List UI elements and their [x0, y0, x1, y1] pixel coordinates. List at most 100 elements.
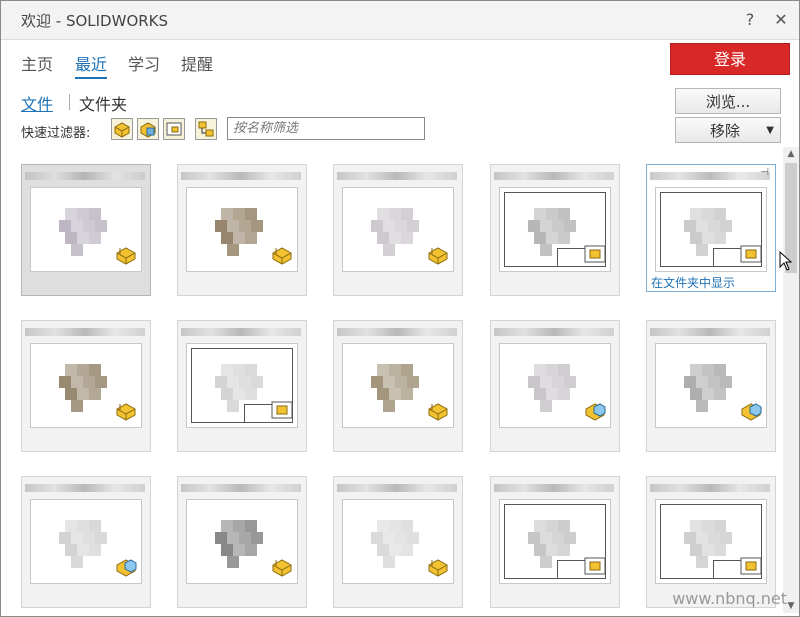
- top-level-assembly-filter-icon[interactable]: [195, 118, 217, 140]
- file-thumbnail: [186, 343, 298, 428]
- drawing-type-icon: [740, 555, 762, 577]
- thumbnail-pixel: [534, 232, 546, 244]
- name-filter-input[interactable]: [227, 117, 425, 140]
- scroll-up-icon[interactable]: ▲: [783, 147, 799, 161]
- thumbnail-pixel: [534, 544, 546, 556]
- remove-button[interactable]: 移除 ▼: [675, 117, 781, 143]
- thumbnail-pixel: [377, 388, 389, 400]
- part-type-icon: [427, 555, 449, 577]
- tab-recent[interactable]: 最近: [75, 51, 107, 75]
- file-name-label: [494, 328, 614, 336]
- file-card[interactable]: [177, 320, 307, 452]
- file-card[interactable]: [490, 476, 620, 608]
- thumbnail-pixel: [708, 532, 720, 544]
- subtab-folders[interactable]: 文件夹: [79, 91, 127, 115]
- welcome-window: 欢迎 - SOLIDWORKS ? ✕ 主页 最近 学习 提醒 登录 文件 文件…: [0, 0, 800, 617]
- pin-icon[interactable]: ⊣: [760, 167, 769, 178]
- thumbnail-pixel: [546, 520, 558, 532]
- part-type-icon: [427, 399, 449, 421]
- part-filter-icon[interactable]: [111, 118, 133, 140]
- thumbnail-pixel: [77, 520, 89, 532]
- assembly-filter-icon[interactable]: [137, 118, 159, 140]
- thumbnail-pixel: [389, 544, 401, 556]
- thumbnail-pixel: [552, 532, 564, 544]
- part-type-icon: [427, 243, 449, 265]
- login-button[interactable]: 登录: [670, 43, 790, 75]
- thumbnail-pixel: [714, 232, 726, 244]
- thumbnail-pixel: [696, 556, 708, 568]
- thumbnail-pixel: [407, 532, 419, 544]
- thumbnail-pixel: [407, 220, 419, 232]
- file-thumbnail: [30, 343, 142, 428]
- thumbnail-pixel: [71, 532, 83, 544]
- thumbnail-pixel: [540, 376, 552, 388]
- file-card[interactable]: [333, 164, 463, 296]
- file-card[interactable]: [21, 476, 151, 608]
- file-name-label: [181, 172, 301, 180]
- thumbnail-pixel: [534, 388, 546, 400]
- thumbnail-pixel: [89, 364, 101, 376]
- file-card[interactable]: [646, 320, 776, 452]
- file-card[interactable]: [21, 320, 151, 452]
- file-thumbnail: [30, 499, 142, 584]
- thumbnail-pixel: [83, 220, 95, 232]
- browse-button[interactable]: 浏览...: [675, 88, 781, 114]
- thumbnail-pixel: [89, 544, 101, 556]
- file-card[interactable]: [490, 164, 620, 296]
- thumbnail-pixel: [71, 400, 83, 412]
- thumbnail-pixel: [395, 220, 407, 232]
- thumbnail-pixel: [720, 376, 732, 388]
- file-card[interactable]: [333, 476, 463, 608]
- file-name-label: [181, 328, 301, 336]
- thumbnail-pixel: [89, 388, 101, 400]
- thumbnail-pixel: [245, 520, 257, 532]
- tab-alerts[interactable]: 提醒: [181, 51, 213, 75]
- thumbnail-pixel: [714, 388, 726, 400]
- thumbnail-pixel: [684, 220, 696, 232]
- file-thumbnail: [342, 187, 454, 272]
- thumbnail-pixel: [564, 220, 576, 232]
- thumbnail-pixel: [690, 232, 702, 244]
- tab-learn[interactable]: 学习: [128, 51, 160, 75]
- mouse-cursor-icon: [779, 251, 793, 271]
- thumbnail-pixel: [401, 208, 413, 220]
- thumbnail-pixel: [65, 232, 77, 244]
- file-card[interactable]: [21, 164, 151, 296]
- file-card[interactable]: 在文件夹中显示 ⊣: [646, 164, 776, 292]
- thumbnail-pixel: [77, 364, 89, 376]
- thumbnail-pixel: [696, 376, 708, 388]
- thumbnail-pixel: [59, 220, 71, 232]
- thumbnail-pixel: [59, 532, 71, 544]
- thumbnail-pixel: [528, 532, 540, 544]
- thumbnail-pixel: [540, 244, 552, 256]
- file-card[interactable]: [333, 320, 463, 452]
- tab-home[interactable]: 主页: [21, 51, 53, 75]
- vertical-scrollbar[interactable]: ▲ ▼: [783, 147, 799, 613]
- thumbnail-pixel: [407, 376, 419, 388]
- thumbnail-pixel: [558, 544, 570, 556]
- drawing-filter-icon[interactable]: [163, 118, 185, 140]
- thumbnail-pixel: [59, 376, 71, 388]
- part-type-icon: [115, 399, 137, 421]
- help-button[interactable]: ?: [738, 8, 762, 32]
- file-card[interactable]: [177, 164, 307, 296]
- thumbnail-pixel: [401, 388, 413, 400]
- drawing-type-icon: [584, 243, 606, 265]
- thumbnail-pixel: [83, 376, 95, 388]
- thumbnail-pixel: [690, 388, 702, 400]
- thumbnail-pixel: [65, 520, 77, 532]
- assembly-type-icon: [740, 399, 762, 421]
- file-card[interactable]: [177, 476, 307, 608]
- thumbnail-pixel: [383, 556, 395, 568]
- close-button[interactable]: ✕: [769, 8, 793, 32]
- thumbnail-pixel: [546, 388, 558, 400]
- thumbnail-pixel: [89, 520, 101, 532]
- file-card[interactable]: [490, 320, 620, 452]
- subtab-files[interactable]: 文件: [21, 91, 53, 115]
- show-in-folder-link[interactable]: 在文件夹中显示: [651, 274, 735, 291]
- thumbnail-pixel: [696, 400, 708, 412]
- thumbnail-pixel: [83, 532, 95, 544]
- file-name-label: [494, 484, 614, 492]
- thumbnail-pixel: [377, 544, 389, 556]
- thumbnail-pixel: [696, 244, 708, 256]
